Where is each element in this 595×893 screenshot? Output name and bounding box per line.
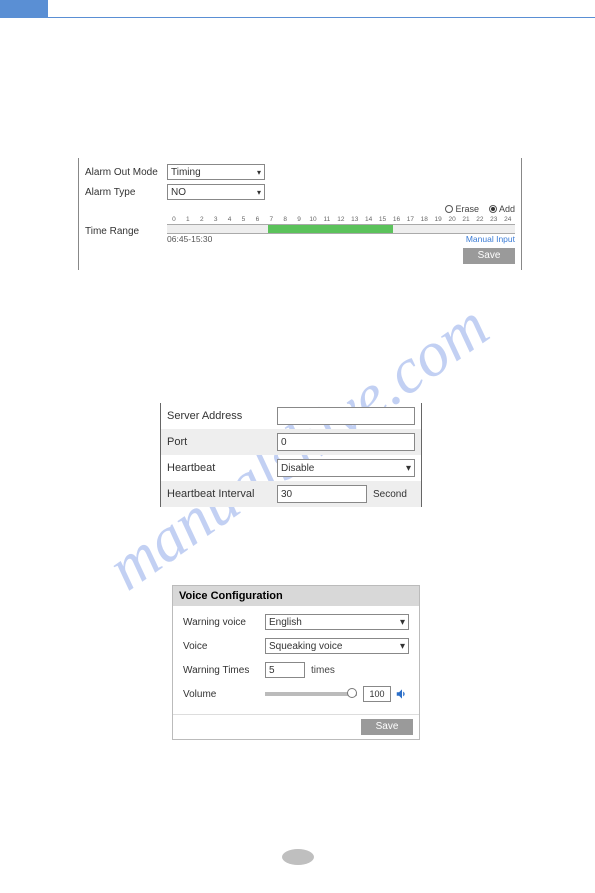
tick: 1 [181, 216, 195, 223]
voice-label: Voice [183, 641, 265, 652]
port-label: Port [167, 436, 277, 448]
warning-voice-value: English [269, 617, 302, 628]
tick: 22 [473, 216, 487, 223]
tick: 10 [306, 216, 320, 223]
volume-label: Volume [183, 689, 265, 700]
add-label: Add [499, 204, 515, 214]
volume-slider[interactable] [265, 692, 357, 696]
tick: 0 [167, 216, 181, 223]
chevron-down-icon: ▾ [400, 641, 405, 652]
top-bar [0, 0, 595, 18]
warning-times-input[interactable]: 5 [265, 662, 305, 678]
tick: 24 [501, 216, 515, 223]
tick: 4 [223, 216, 237, 223]
voice-value: Squeaking voice [269, 641, 342, 652]
warning-times-unit: times [311, 665, 335, 676]
save-button[interactable]: Save [463, 248, 515, 264]
warning-times-label: Warning Times [183, 665, 265, 676]
timeline-fill [268, 225, 393, 233]
voice-select[interactable]: Squeaking voice ▾ [265, 638, 409, 654]
interval-unit: Second [373, 489, 407, 500]
volume-value-input[interactable]: 100 [363, 686, 391, 702]
heartbeat-value: Disable [281, 463, 314, 474]
timeline[interactable]: 0 1 2 3 4 5 6 7 8 9 10 11 12 13 14 15 16 [167, 216, 515, 244]
top-tab [0, 0, 48, 17]
erase-label: Erase [455, 204, 479, 214]
tick: 23 [487, 216, 501, 223]
voice-panel: Voice Configuration Warning voice Englis… [172, 585, 420, 740]
tick: 20 [445, 216, 459, 223]
timeline-ticks: 0 1 2 3 4 5 6 7 8 9 10 11 12 13 14 15 16 [167, 216, 515, 225]
timeline-bar[interactable] [167, 225, 515, 234]
manual-input-link[interactable]: Manual Input [466, 234, 515, 244]
server-panel: Server Address Port 0 Heartbeat Disable … [160, 403, 422, 507]
server-address-input[interactable] [277, 407, 415, 425]
heartbeat-select[interactable]: Disable ▾ [277, 459, 415, 477]
chevron-down-icon: ▾ [257, 188, 261, 197]
warning-voice-select[interactable]: English ▾ [265, 614, 409, 630]
voice-title: Voice Configuration [173, 586, 419, 606]
heartbeat-interval-label: Heartbeat Interval [167, 488, 277, 500]
tick: 13 [348, 216, 362, 223]
tick: 6 [250, 216, 264, 223]
chevron-down-icon: ▾ [257, 168, 261, 177]
heartbeat-label: Heartbeat [167, 462, 277, 474]
tick: 16 [390, 216, 404, 223]
chevron-down-icon: ▾ [406, 463, 411, 474]
tick: 3 [209, 216, 223, 223]
time-range-label: Time Range [85, 216, 167, 237]
tick: 15 [376, 216, 390, 223]
save-button[interactable]: Save [361, 719, 413, 735]
heartbeat-interval-input[interactable]: 30 [277, 485, 367, 503]
slider-knob[interactable] [347, 688, 357, 698]
chevron-down-icon: ▾ [400, 617, 405, 628]
tick: 5 [237, 216, 251, 223]
tick: 18 [417, 216, 431, 223]
alarm-type-value: NO [171, 187, 186, 198]
add-radio[interactable]: Add [489, 204, 515, 214]
radio-icon [489, 205, 497, 213]
radio-icon [445, 205, 453, 213]
page-indicator [282, 849, 314, 865]
tick: 21 [459, 216, 473, 223]
alarm-type-select[interactable]: NO ▾ [167, 184, 265, 200]
tick: 2 [195, 216, 209, 223]
server-address-label: Server Address [167, 410, 277, 422]
tick: 8 [278, 216, 292, 223]
alarm-out-mode-value: Timing [171, 167, 201, 178]
tick: 14 [362, 216, 376, 223]
tick: 9 [292, 216, 306, 223]
alarm-out-mode-select[interactable]: Timing ▾ [167, 164, 265, 180]
tick: 7 [264, 216, 278, 223]
alarm-panel: Alarm Out Mode Timing ▾ Alarm Type NO ▾ … [78, 158, 522, 270]
speaker-icon[interactable] [395, 687, 409, 701]
tick: 19 [431, 216, 445, 223]
tick: 17 [403, 216, 417, 223]
alarm-out-mode-label: Alarm Out Mode [85, 167, 167, 178]
alarm-type-label: Alarm Type [85, 187, 167, 198]
tick: 11 [320, 216, 334, 223]
tick: 12 [334, 216, 348, 223]
port-input[interactable]: 0 [277, 433, 415, 451]
time-range-value: 06:45-15:30 [167, 234, 212, 244]
erase-radio[interactable]: Erase [445, 204, 479, 214]
warning-voice-label: Warning voice [183, 617, 265, 628]
